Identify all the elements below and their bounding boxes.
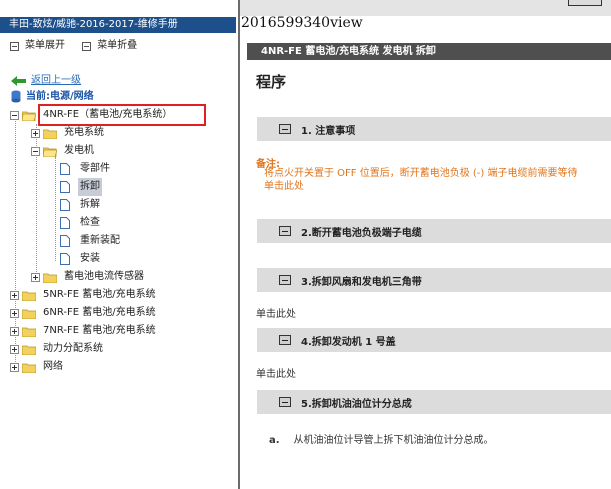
click-here-link-2[interactable]: 单击此处 (256, 365, 296, 380)
note-text: 将点火开关置于 OFF 位置后，断开蓄电池负极 (-) 端子电缆前需要等待 单击… (264, 167, 578, 193)
tree-node-7nr-fe[interactable]: 7NR-FE 蓄电池/充电系统 (10, 322, 158, 340)
menu-toolbar: 菜单展开 菜单折叠 (10, 39, 151, 53)
navigation-panel: 丰田-致炫/威驰-2016-2017-维修手册 菜单展开 菜单折叠 返回上一级 … (0, 0, 238, 489)
back-arrow-icon (11, 75, 26, 86)
collapse-step-icon[interactable] (279, 275, 291, 285)
step-5-bar[interactable]: 5.拆卸机油油位计分总成 (257, 390, 611, 414)
tree-label-generator: 发电机 (64, 145, 94, 156)
sub-step-label: a. (269, 435, 280, 446)
tree-label-disassembly: 拆解 (80, 199, 100, 210)
step-1-title: 1. 注意事项 (301, 125, 356, 137)
note-line-1: 将点火开关置于 OFF 位置后，断开蓄电池负极 (-) 端子电缆前需要等待 (264, 168, 578, 179)
collapse-menu-label: 菜单折叠 (97, 40, 138, 51)
collapse-step-icon[interactable] (279, 335, 291, 345)
click-here-link-1[interactable]: 单击此处 (256, 305, 296, 320)
expand-toggle-icon[interactable] (10, 362, 19, 372)
document-header: 4NR-FE 蓄电池/充电系统 发电机 拆卸 (247, 43, 611, 60)
step-1-bar[interactable]: 1. 注意事项 (257, 117, 611, 141)
tree-label-7nr-fe: 7NR-FE 蓄电池/充电系统 (43, 325, 156, 336)
open-folder-icon (22, 111, 36, 121)
collapse-step-icon[interactable] (279, 124, 291, 134)
procedure-heading: 程序 (256, 73, 287, 91)
tree-leaf-installation[interactable]: 安装 (60, 250, 102, 268)
step-3-bar[interactable]: 3.拆卸风扇和发电机三角带 (257, 268, 611, 292)
expand-toggle-icon[interactable] (31, 272, 40, 282)
content-panel: 2016599340view 4NR-FE 蓄电池/充电系统 发电机 拆卸 程序… (240, 0, 611, 489)
tree-node-charging[interactable]: 充电系统 (31, 124, 106, 142)
tree-node-generator[interactable]: 发电机 (31, 142, 96, 160)
folder-icon (22, 345, 36, 355)
tree-node-5nr-fe[interactable]: 5NR-FE 蓄电池/充电系统 (10, 286, 158, 304)
step-3-title: 3.拆卸风扇和发电机三角带 (301, 276, 422, 288)
tree-node-6nr-fe[interactable]: 6NR-FE 蓄电池/充电系统 (10, 304, 158, 322)
tree-label-components: 零部件 (80, 163, 110, 174)
folder-icon (43, 129, 57, 139)
back-link-label: 返回上一级 (31, 75, 81, 86)
expand-toggle-icon[interactable] (10, 326, 19, 336)
collapse-menu-button[interactable]: 菜单折叠 (82, 39, 137, 53)
tree-label-inspection: 检查 (80, 217, 100, 228)
document-icon (60, 163, 70, 175)
folder-icon (22, 309, 36, 319)
expand-toggle-icon[interactable] (10, 344, 19, 354)
expand-menu-label: 菜单展开 (25, 40, 65, 51)
tree-leaf-disassembly[interactable]: 拆解 (60, 196, 102, 214)
tree-label-installation: 安装 (80, 253, 100, 264)
tree-label-charging: 充电系统 (64, 127, 104, 138)
note-click-here-link[interactable]: 单击此处 (264, 180, 578, 193)
expand-toggle-icon[interactable] (31, 128, 40, 138)
step-4-bar[interactable]: 4.拆卸发动机 1 号盖 (257, 328, 611, 352)
open-folder-icon (43, 147, 57, 157)
step-2-bar[interactable]: 2.断开蓄电池负极端子电缆 (257, 219, 611, 243)
tree-leaf-inspection[interactable]: 检查 (60, 214, 102, 232)
highlight-box (38, 104, 206, 126)
window-control-button[interactable] (568, 0, 602, 6)
collapse-step-icon[interactable] (279, 397, 291, 407)
document-icon (60, 235, 70, 247)
step-4-title: 4.拆卸发动机 1 号盖 (301, 336, 396, 348)
tree-label-removal: 拆卸 (78, 178, 102, 196)
collapse-toggle-icon[interactable] (31, 146, 40, 156)
collapse-icon (82, 41, 92, 51)
expand-toggle-icon[interactable] (10, 290, 19, 300)
tree-node-network[interactable]: 网络 (10, 358, 65, 376)
tree-label-6nr-fe: 6NR-FE 蓄电池/充电系统 (43, 307, 156, 318)
tree-label-network: 网络 (43, 361, 63, 372)
document-icon (60, 181, 70, 193)
collapse-toggle-icon[interactable] (10, 110, 19, 120)
current-location-label: 当前:电源/网络 (26, 91, 94, 102)
tree-node-power-distribution[interactable]: 动力分配系统 (10, 340, 105, 358)
step-5-title: 5.拆卸机油油位计分总成 (301, 398, 412, 410)
folder-icon (22, 291, 36, 301)
tree-label-5nr-fe: 5NR-FE 蓄电池/充电系统 (43, 289, 156, 300)
tree-leaf-reassembly[interactable]: 重新装配 (60, 232, 122, 250)
document-icon (60, 199, 70, 211)
step-2-title: 2.断开蓄电池负极端子电缆 (301, 227, 422, 239)
sub-step-text: 从机油油位计导管上拆下机油油位计分总成。 (293, 435, 494, 446)
tree-node-current-sensor[interactable]: 蓄电池电流传感器 (31, 268, 146, 286)
folder-icon (43, 273, 57, 283)
tree-guide-line (55, 157, 56, 261)
sub-step-a: a. 从机油油位计导管上拆下机油油位计分总成。 (269, 431, 494, 446)
document-icon (60, 253, 70, 265)
view-id: 2016599340view (241, 15, 363, 31)
top-bar (240, 0, 611, 16)
manual-title: 丰田-致炫/威驰-2016-2017-维修手册 (0, 17, 236, 33)
expand-icon (10, 41, 19, 51)
database-icon (11, 90, 21, 103)
folder-icon (22, 327, 36, 337)
tree-label-reassembly: 重新装配 (80, 235, 120, 246)
collapse-step-icon[interactable] (279, 226, 291, 236)
document-icon (60, 217, 70, 229)
tree-label-current-sensor: 蓄电池电流传感器 (64, 271, 144, 282)
folder-icon (22, 363, 36, 373)
expand-toggle-icon[interactable] (10, 308, 19, 318)
back-link[interactable]: 返回上一级 (11, 74, 81, 87)
expand-menu-button[interactable]: 菜单展开 (10, 39, 65, 53)
tree-label-power-distribution: 动力分配系统 (43, 343, 103, 354)
tree-leaf-removal[interactable]: 拆卸 (60, 178, 102, 196)
current-location: 当前:电源/网络 (11, 90, 94, 103)
tree-leaf-components[interactable]: 零部件 (60, 160, 112, 178)
